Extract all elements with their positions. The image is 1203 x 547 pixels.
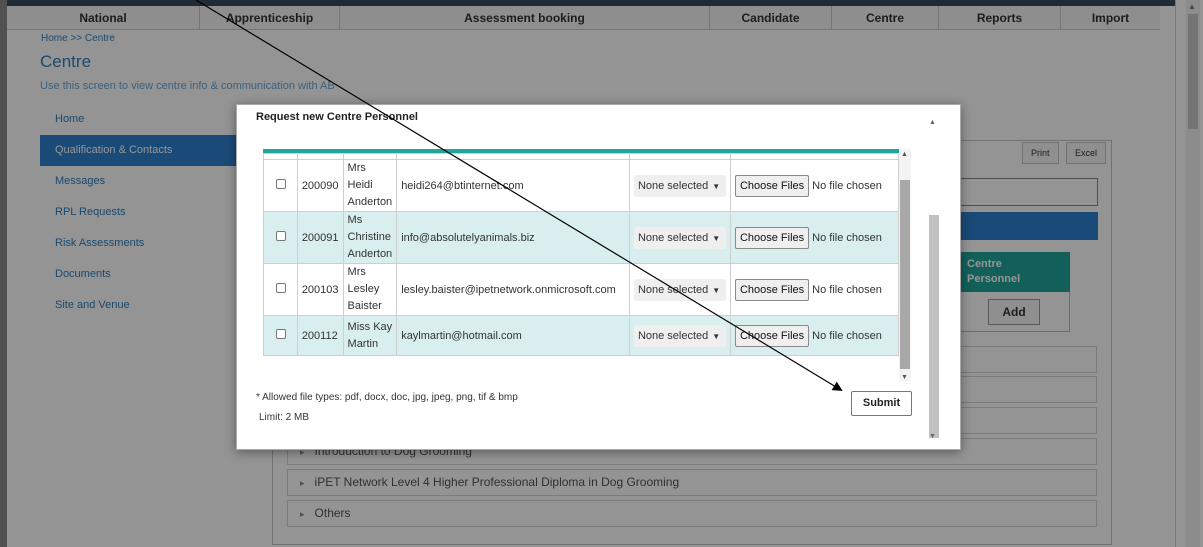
personnel-name: Ms Christine Anderton	[342, 211, 398, 264]
personnel-email: info@absolutelyanimals.biz	[396, 211, 630, 264]
personnel-email: kaylmartin@hotmail.com	[396, 315, 630, 356]
row-checkbox[interactable]	[276, 231, 286, 241]
row-checkbox-cell	[263, 263, 298, 316]
role-select[interactable]: None selected ▼	[633, 324, 726, 347]
file-size-limit-note: Limit: 2 MB	[259, 412, 310, 423]
scroll-up-arrow-icon[interactable]: ▲	[929, 119, 936, 126]
name-last: Anderton	[347, 196, 393, 208]
file-cell: Choose Files No file chosen	[729, 315, 900, 356]
name-title: Miss Kay	[347, 320, 393, 333]
role-select[interactable]: None selected ▼	[633, 278, 726, 301]
name-title: Mrs	[347, 266, 366, 278]
file-status: No file chosen	[812, 329, 882, 342]
role-select-value: None selected	[637, 179, 709, 192]
name-last: Anderton	[347, 248, 393, 260]
caret-down-icon: ▼	[712, 285, 721, 295]
role-select-value: None selected	[637, 283, 709, 296]
role-select[interactable]: None selected ▼	[633, 174, 726, 197]
file-cell: Choose Files No file chosen	[729, 159, 900, 212]
personnel-email: heidi264@btinternet.com	[396, 159, 630, 212]
name-first: Christine	[347, 231, 391, 243]
row-checkbox[interactable]	[276, 283, 286, 293]
personnel-id: 200091	[296, 211, 344, 264]
role-select-cell: None selected ▼	[628, 315, 731, 356]
row-checkbox[interactable]	[276, 179, 286, 189]
table-scrollbar[interactable]: ▲ ▼	[899, 149, 911, 381]
choose-files-button[interactable]: Choose Files	[734, 324, 810, 347]
request-centre-personnel-dialog: Request new Centre Personnel 200090 Mrs H…	[236, 104, 961, 450]
role-select-cell: None selected ▼	[628, 263, 731, 316]
name-last: Martin	[347, 337, 379, 350]
table-scrollbar-thumb[interactable]	[900, 180, 910, 369]
role-select-value: None selected	[637, 329, 709, 342]
submit-button[interactable]: Submit	[851, 391, 912, 416]
name-title: Ms	[347, 214, 363, 226]
table-row: 200091 Ms Christine Anderton info@absolute…	[263, 211, 900, 264]
personnel-table: 200090 Mrs Heidi Anderton heidi264@btinter…	[263, 153, 900, 356]
file-status: No file chosen	[812, 231, 882, 244]
scroll-down-arrow-icon[interactable]: ▼	[901, 374, 908, 381]
allowed-file-types-note: * Allowed file types: pdf, docx, doc, jp…	[256, 392, 518, 403]
file-status: No file chosen	[812, 283, 882, 296]
choose-files-button[interactable]: Choose Files	[734, 174, 810, 197]
role-select-cell: None selected ▼	[628, 211, 731, 264]
personnel-id: 200090	[296, 159, 344, 212]
file-cell: Choose Files No file chosen	[729, 211, 900, 264]
choose-files-button[interactable]: Choose Files	[734, 278, 810, 301]
role-select-value: None selected	[637, 231, 709, 244]
choose-files-button[interactable]: Choose Files	[734, 226, 810, 249]
name-first: Heidi	[347, 179, 373, 191]
table-row: 200103 Mrs Lesley Baister lesley.baister@i…	[263, 263, 900, 316]
file-status: No file chosen	[812, 179, 882, 192]
name-title: Mrs	[347, 162, 366, 174]
personnel-name: Mrs Lesley Baister	[342, 263, 398, 316]
dialog-scrollbar-thumb[interactable]	[929, 215, 939, 438]
scroll-up-arrow-icon[interactable]: ▲	[901, 151, 908, 158]
caret-down-icon: ▼	[712, 181, 721, 191]
file-cell: Choose Files No file chosen	[729, 263, 900, 316]
personnel-email: lesley.baister@ipetnetwork.onmicrosoft.c…	[396, 263, 630, 316]
personnel-id: 200103	[296, 263, 344, 316]
scroll-down-arrow-icon[interactable]: ▼	[929, 433, 936, 440]
personnel-name: Miss Kay Martin	[342, 315, 398, 356]
row-checkbox-cell	[263, 315, 298, 356]
table-row: 200112 Miss Kay Martin kaylmartin@hotmail…	[263, 315, 900, 356]
table-row: 200090 Mrs Heidi Anderton heidi264@btinter…	[263, 159, 900, 212]
name-first: Lesley	[347, 283, 380, 295]
name-last: Baister	[347, 300, 382, 312]
personnel-id: 200112	[296, 315, 344, 356]
row-checkbox-cell	[263, 159, 298, 212]
dialog-title: Request new Centre Personnel	[256, 111, 418, 123]
row-checkbox-cell	[263, 211, 298, 264]
role-select-cell: None selected ▼	[628, 159, 731, 212]
caret-down-icon: ▼	[712, 331, 721, 341]
caret-down-icon: ▼	[712, 233, 721, 243]
personnel-table-container[interactable]: 200090 Mrs Heidi Anderton heidi264@btinter…	[263, 149, 911, 381]
personnel-name: Mrs Heidi Anderton	[342, 159, 398, 212]
row-checkbox[interactable]	[276, 329, 286, 339]
role-select[interactable]: None selected ▼	[633, 226, 726, 249]
dialog-scrollbar[interactable]: ▲ ▼	[928, 117, 940, 440]
